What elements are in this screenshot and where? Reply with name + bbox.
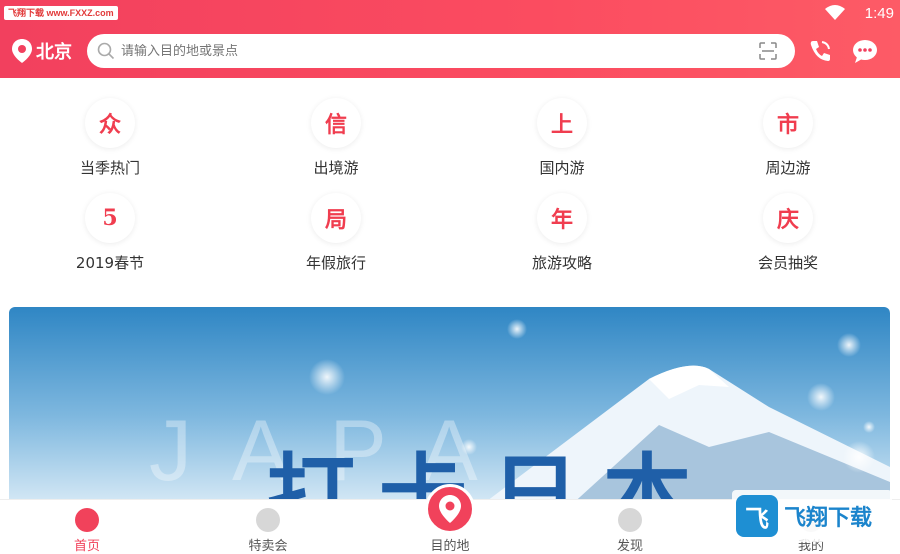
tab-home[interactable]: 首页 [42,500,132,554]
location-pin-icon [12,39,32,63]
city-selector[interactable]: 北京 [12,36,72,66]
category-domestic[interactable]: 上 国内游 [502,98,622,178]
status-time: 1:49 [864,4,894,22]
tab-label: 目的地 [430,539,470,554]
category-travel-guide[interactable]: 年 旅游攻略 [502,193,622,273]
category-spring-festival[interactable]: 5 2019春节 [50,193,170,273]
category-icon: 上 [537,98,587,148]
category-label: 2019春节 [75,254,145,272]
category-icon: 庆 [763,193,813,243]
watermark-badge: 飞翔下载 www.FXXZ.com [4,6,118,20]
category-label: 出境游 [313,159,359,177]
category-label: 旅游攻略 [531,254,592,272]
status-right: 1:49 [824,2,894,24]
category-annual-leave[interactable]: 局 年假旅行 [276,193,396,273]
banner-headline: 打卡日本 [267,444,716,507]
scan-icon[interactable] [759,42,777,60]
chat-icon[interactable] [852,38,878,64]
tab-flash-sale[interactable]: 特卖会 [223,500,313,554]
search-input[interactable] [121,43,721,59]
destination-button[interactable] [425,484,475,534]
category-label: 国内游 [539,159,585,177]
category-icon: 市 [763,98,813,148]
category-label: 会员抽奖 [757,254,818,272]
search-icon [97,42,115,60]
phone-icon[interactable] [807,38,833,64]
search-bar[interactable] [87,34,795,68]
category-seasonal-hot[interactable]: 众 当季热门 [50,98,170,178]
city-name: 北京 [36,42,72,63]
watermark-mark: 飞 [736,495,778,537]
category-label: 年假旅行 [305,254,366,272]
tab-label: 特卖会 [248,539,288,554]
category-icon: 局 [311,193,361,243]
category-icon: 年 [537,193,587,243]
category-outbound[interactable]: 信 出境游 [276,98,396,178]
category-icon: 众 [85,98,135,148]
category-label: 当季热门 [79,159,140,177]
category-member-lottery[interactable]: 庆 会员抽奖 [728,193,848,273]
category-nearby[interactable]: 市 周边游 [728,98,848,178]
discover-icon [618,508,642,532]
tab-discover[interactable]: 发现 [585,500,675,554]
shirt-icon [256,508,280,532]
status-bar: 飞翔下载 www.FXXZ.com 1:49 [0,0,900,26]
category-icon: 信 [311,98,361,148]
wifi-icon [824,5,845,20]
promo-banner[interactable]: JAPA 打卡日本 [9,307,890,507]
tab-label: 发现 [616,539,643,554]
watermark-text: 飞翔下载 [784,506,873,531]
tab-label: 首页 [73,539,100,554]
home-icon [75,508,99,532]
category-label: 周边游 [765,159,811,177]
watermark-logo: 飞 飞翔下载 [732,490,892,542]
category-icon: 5 [85,193,135,243]
destination-pin-icon [439,495,461,523]
